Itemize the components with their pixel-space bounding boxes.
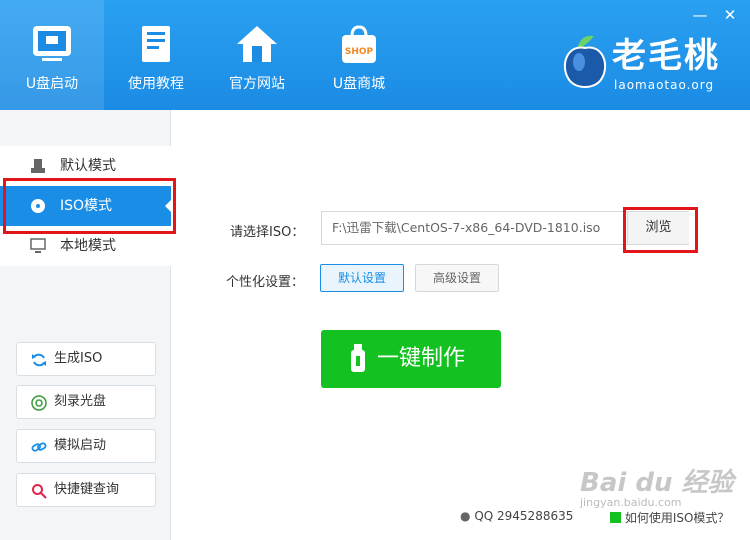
hotkey-query-label: 快捷键查询: [54, 482, 120, 497]
iso-path-value: F:\迅雷下载\CentOS-7-x86_64-DVD-1810.iso: [332, 220, 601, 235]
help-link[interactable]: 如何使用ISO模式？: [610, 509, 729, 526]
one-click-make-label: 一键制作: [377, 346, 466, 371]
qq-penguin-icon: ●: [460, 509, 471, 523]
help-icon: [610, 512, 621, 523]
search-icon: [32, 484, 47, 499]
burn-disc-label: 刻录光盘: [54, 394, 107, 409]
nav-usb-boot[interactable]: U盘启动: [0, 0, 104, 110]
nav-shop-label: U盘商城: [332, 76, 386, 92]
iso-select-label: 请选择ISO：: [230, 225, 305, 240]
generate-iso-button[interactable]: 生成ISO: [16, 342, 156, 376]
simulate-boot-label: 模拟启动: [54, 438, 107, 453]
nav-official-site-label: 官方网站: [229, 76, 285, 92]
personalization-label: 个性化设置：: [226, 275, 305, 290]
usb-stick-icon: [351, 344, 365, 372]
usb-icon: [31, 159, 45, 173]
home-icon: [237, 26, 277, 62]
refresh-icon: [32, 353, 46, 367]
generate-iso-label: 生成ISO: [54, 351, 103, 366]
highlight-box-browse: [623, 207, 698, 253]
hotkey-query-button[interactable]: 快捷键查询: [16, 473, 156, 507]
close-button[interactable]: ✕: [718, 4, 742, 26]
shop-badge: SHOP: [345, 47, 374, 57]
shop-bag-icon: SHOP: [342, 25, 376, 63]
simulate-boot-button[interactable]: 模拟启动: [16, 429, 156, 463]
app-logo: 老毛桃 laomaotao.org: [560, 28, 730, 98]
app-header: U盘启动 使用教程 官方网站 SHOP U盘商城 — ✕ 老毛桃 laomaot…: [0, 0, 750, 110]
link-icon: [31, 442, 47, 452]
nav-tutorial[interactable]: 使用教程: [104, 0, 208, 110]
default-settings-button[interactable]: 默认设置: [320, 264, 404, 292]
qq-contact[interactable]: ● QQ 2945288635: [460, 509, 573, 523]
nav-tutorial-label: 使用教程: [128, 76, 184, 92]
nav-official-site[interactable]: 官方网站: [205, 0, 309, 110]
logo-domain: laomaotao.org: [614, 78, 715, 92]
nav-usb-boot-label: U盘启动: [25, 76, 79, 92]
peach-logo-icon: [563, 35, 607, 88]
monitor-icon: [30, 238, 46, 253]
baidu-watermark: Bai du 经验: [580, 468, 734, 498]
burn-disc-button[interactable]: 刻录光盘: [16, 385, 156, 419]
book-icon: [142, 26, 170, 62]
baidu-watermark-url: jingyan.baidu.com: [580, 496, 682, 509]
minimize-button[interactable]: —: [688, 4, 712, 26]
help-link-label: 如何使用ISO模式？: [624, 511, 730, 525]
usb-drive-icon: [33, 26, 71, 61]
nav-shop[interactable]: SHOP U盘商城: [307, 0, 411, 110]
advanced-settings-button[interactable]: 高级设置: [415, 264, 499, 292]
burn-disc-icon: [31, 395, 47, 411]
logo-name: 老毛桃: [612, 36, 720, 76]
one-click-make-button[interactable]: 一键制作: [321, 330, 501, 388]
highlight-box-iso-mode: [3, 178, 176, 234]
qq-number: QQ 2945288635: [474, 509, 574, 523]
